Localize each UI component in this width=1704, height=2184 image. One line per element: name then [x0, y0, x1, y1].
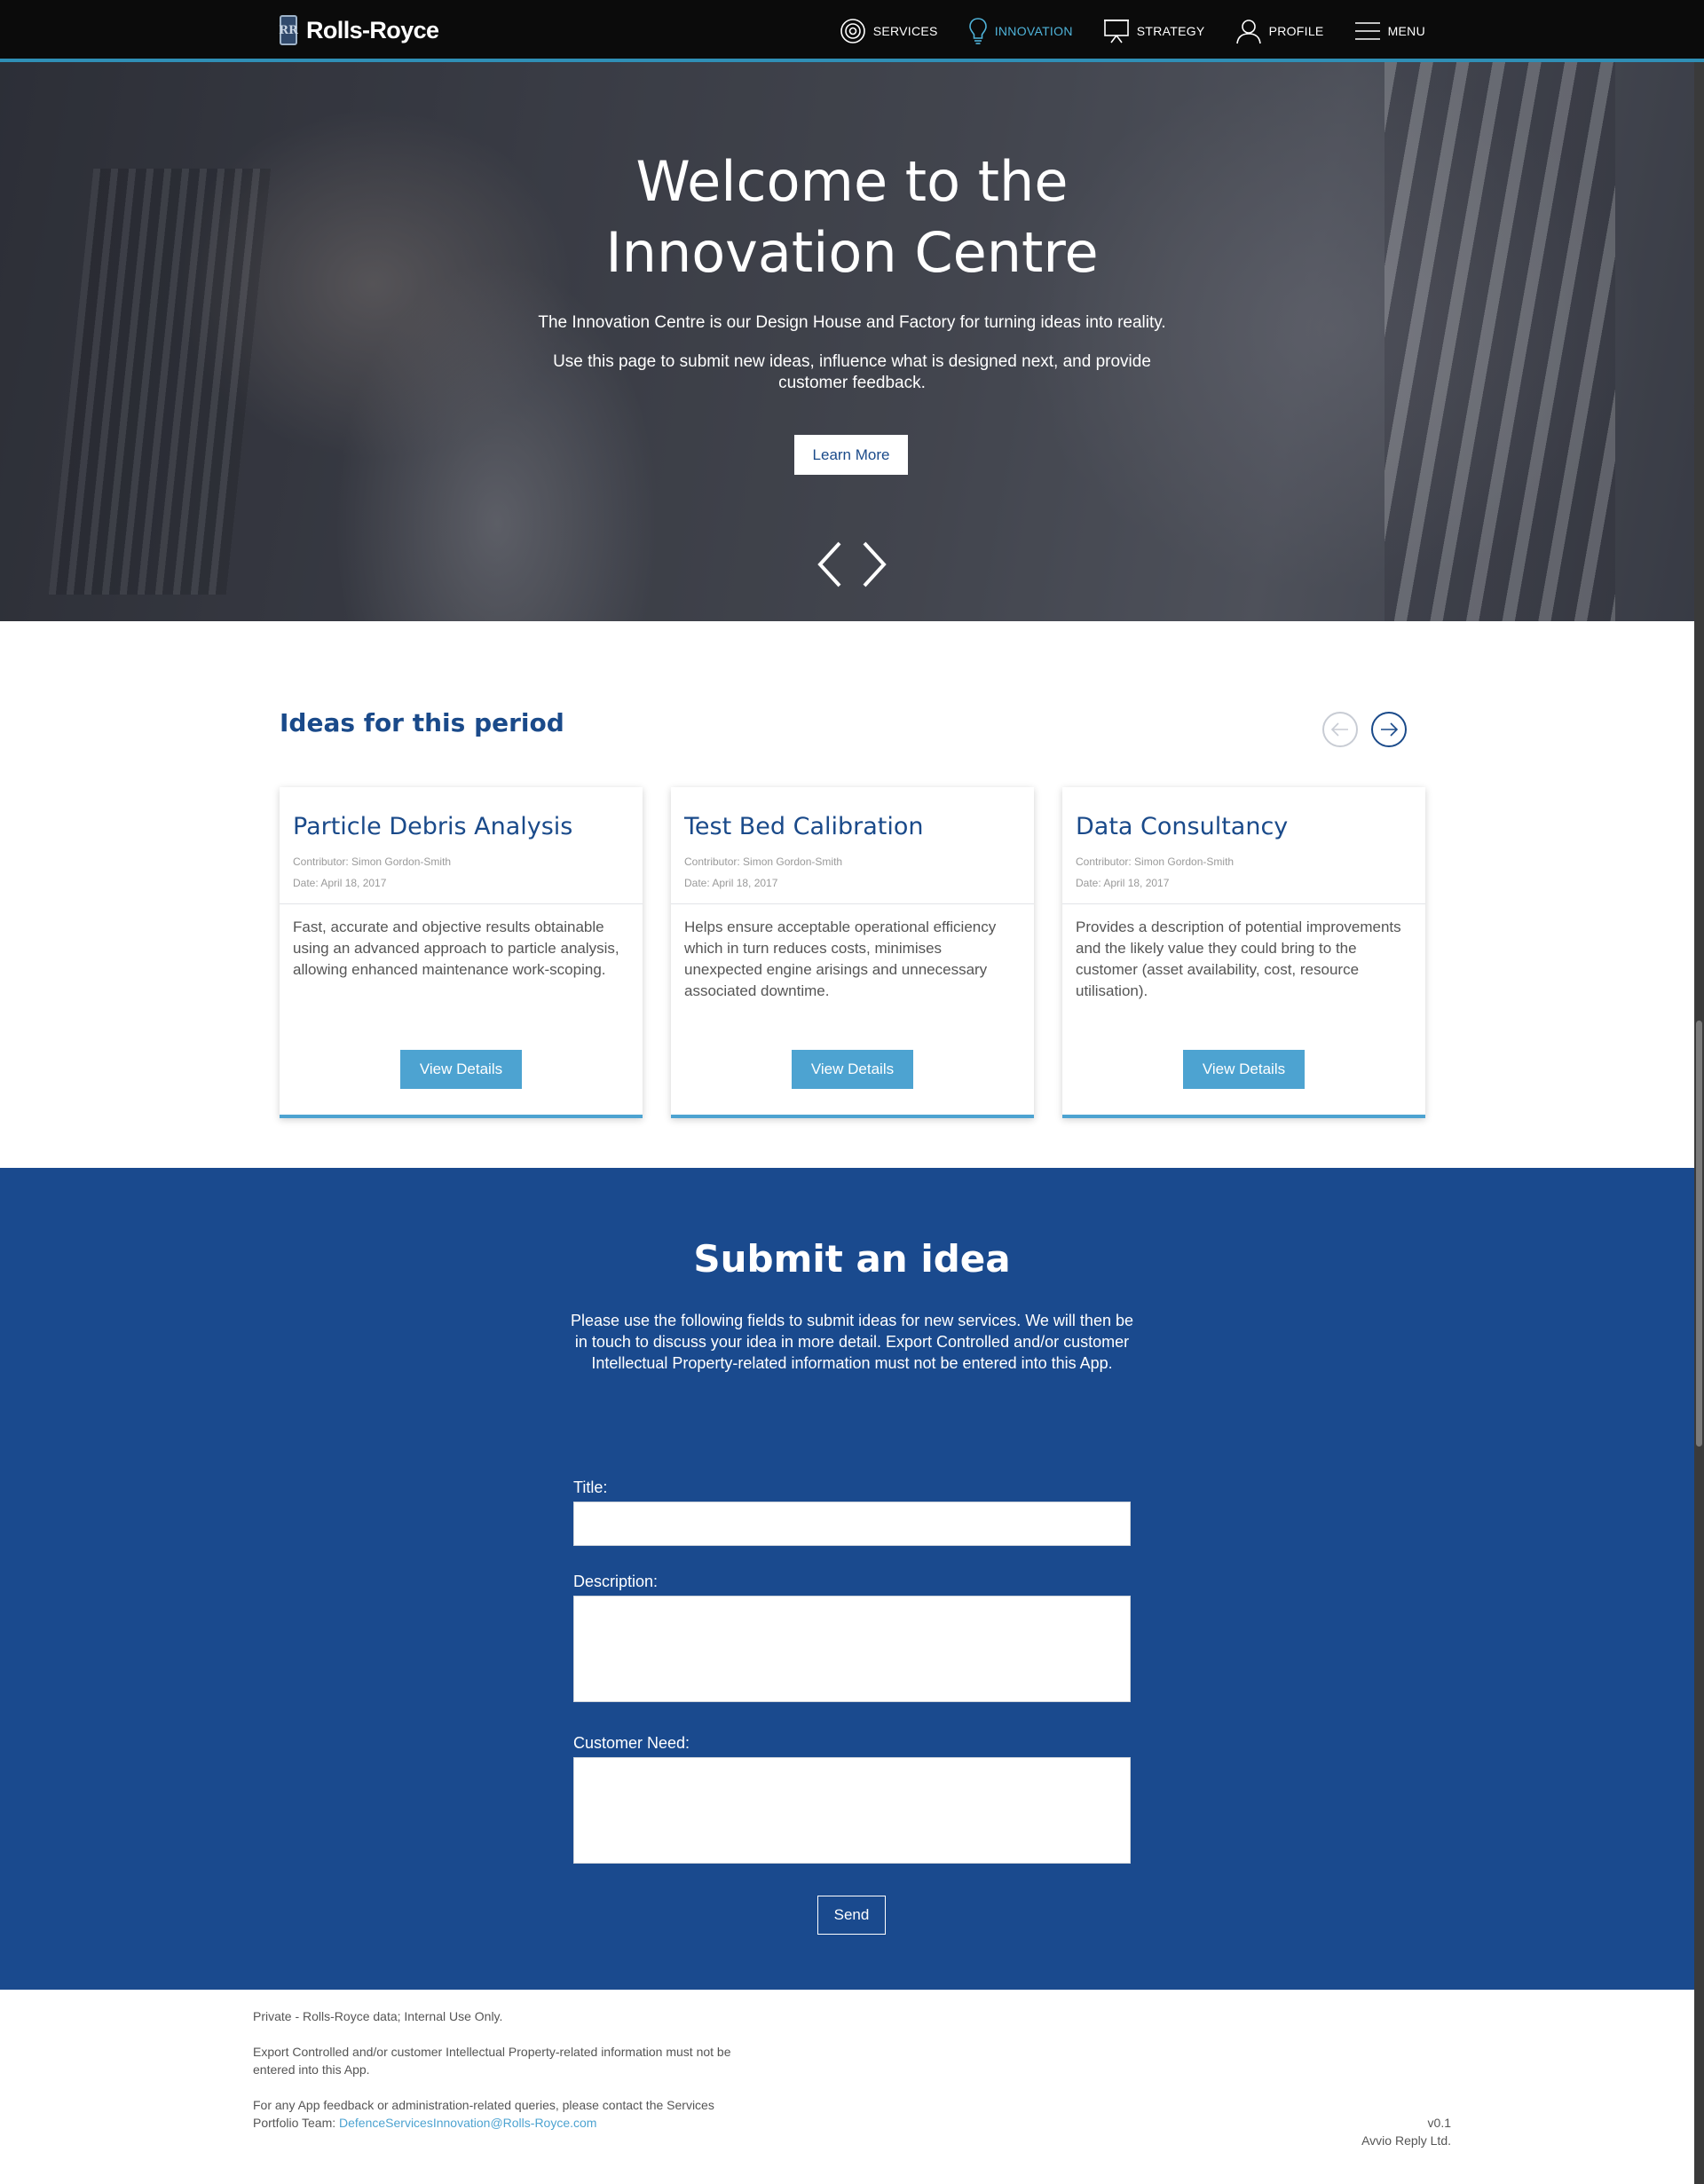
ideas-prev-button[interactable] — [1322, 712, 1358, 747]
idea-card: Test Bed Calibration Contributor: Simon … — [671, 787, 1034, 1118]
nav-label-menu: MENU — [1387, 24, 1425, 38]
description-field-label: Description: — [573, 1573, 659, 1590]
footer-version: v0.1 — [1427, 2116, 1451, 2130]
idea-card-description: Helps ensure acceptable operational effi… — [684, 919, 997, 999]
footer-contact-notice: For any App feedback or administration-r… — [253, 2096, 750, 2132]
user-icon — [1235, 20, 1261, 44]
submit-description: Please use the following fields to submi… — [571, 1312, 1133, 1372]
title-field-label: Title: — [573, 1478, 608, 1496]
ideas-next-button[interactable] — [1371, 712, 1407, 747]
idea-card-header: Test Bed Calibration Contributor: Simon … — [671, 787, 1034, 904]
scrollbar-thumb[interactable] — [1696, 1021, 1702, 1447]
idea-card-contributor: Contributor: Simon Gordon-Smith — [293, 855, 452, 868]
idea-card: Particle Debris Analysis Contributor: Si… — [280, 787, 643, 1118]
idea-card-description: Fast, accurate and objective results obt… — [293, 919, 619, 978]
chevron-right-icon[interactable] — [861, 540, 889, 589]
footer-email-link[interactable]: DefenceServicesInnovation@Rolls-Royce.co… — [339, 2116, 596, 2130]
nav-label-innovation: INNOVATION — [994, 24, 1073, 38]
target-icon — [840, 19, 865, 43]
rolls-royce-logo[interactable]: RR Rolls-Royce — [279, 14, 439, 46]
page-scrollbar[interactable] — [1694, 0, 1704, 2184]
nav-item-services[interactable]: SERVICES — [840, 18, 938, 44]
ideas-section-title: Ideas for this period — [280, 708, 564, 737]
brand-name: Rolls-Royce — [306, 16, 439, 43]
hero-banner: Welcome to the Innovation Centre The Inn… — [0, 62, 1704, 621]
nav-menu: SERVICES INNOVATION STRATEGY PROFILE MEN… — [840, 0, 1425, 62]
idea-card-contributor: Contributor: Simon Gordon-Smith — [1076, 855, 1235, 868]
idea-card-title: Particle Debris Analysis — [293, 813, 573, 840]
nav-label-services: SERVICES — [872, 24, 938, 38]
nav-item-innovation[interactable]: INNOVATION — [968, 17, 1073, 45]
idea-card-title: Test Bed Calibration — [684, 813, 924, 840]
footer-company: Avvio Reply Ltd. — [1361, 2133, 1451, 2148]
arrow-left-icon — [1330, 722, 1348, 737]
submit-title: Submit an idea — [693, 1237, 1011, 1281]
idea-card-description: Provides a description of potential impr… — [1076, 919, 1401, 999]
lightbulb-icon — [968, 18, 987, 44]
idea-card-header: Particle Debris Analysis Contributor: Si… — [280, 787, 643, 904]
footer-privacy-notice: Private - Rolls-Royce data; Internal Use… — [253, 2009, 503, 2023]
chevron-left-icon[interactable] — [815, 540, 843, 589]
description-textarea[interactable] — [573, 1596, 1131, 1702]
presentation-icon — [1103, 20, 1129, 43]
nav-label-profile: PROFILE — [1268, 24, 1324, 38]
send-button[interactable]: Send — [817, 1896, 886, 1935]
view-details-button[interactable]: View Details — [1183, 1050, 1305, 1089]
view-details-button[interactable]: View Details — [400, 1050, 522, 1089]
nav-label-strategy: STRATEGY — [1136, 24, 1205, 38]
hero-intro: The Innovation Centre is our Design Hous… — [538, 313, 1166, 332]
arrow-right-icon — [1381, 722, 1399, 737]
customer-need-field-label: Customer Need: — [573, 1734, 690, 1752]
hero-title: Welcome to the Innovation Centre — [605, 149, 1099, 285]
idea-card-title: Data Consultancy — [1076, 813, 1289, 840]
submit-idea-section: Submit an idea Please use the following … — [0, 1168, 1704, 1990]
nav-item-profile[interactable]: PROFILE — [1235, 18, 1324, 44]
idea-card-contributor: Contributor: Simon Gordon-Smith — [684, 855, 843, 868]
page-footer: Private - Rolls-Royce data; Internal Use… — [0, 1990, 1704, 2184]
idea-card-date: Date: April 18, 2017 — [1076, 877, 1170, 889]
nav-item-strategy[interactable]: STRATEGY — [1103, 18, 1205, 44]
nav-item-menu[interactable]: MENU — [1354, 20, 1425, 42]
hamburger-icon — [1354, 22, 1380, 40]
rr-badge-icon: RR — [279, 15, 298, 45]
title-input[interactable] — [573, 1502, 1131, 1546]
view-details-button[interactable]: View Details — [792, 1050, 913, 1089]
top-navbar: RR Rolls-Royce SERVICES INNOVATION STRAT… — [0, 0, 1704, 62]
idea-card: Data Consultancy Contributor: Simon Gord… — [1062, 787, 1425, 1118]
footer-export-notice: Export Controlled and/or customer Intell… — [253, 2045, 731, 2077]
hero-carousel-controls — [815, 540, 889, 589]
idea-card-header: Data Consultancy Contributor: Simon Gord… — [1062, 787, 1425, 904]
customer-need-textarea[interactable] — [573, 1757, 1131, 1864]
hero-instructions: Use this page to submit new ideas, influ… — [553, 352, 1151, 392]
idea-card-date: Date: April 18, 2017 — [293, 877, 387, 889]
learn-more-button[interactable]: Learn More — [794, 435, 908, 475]
idea-card-date: Date: April 18, 2017 — [684, 877, 778, 889]
